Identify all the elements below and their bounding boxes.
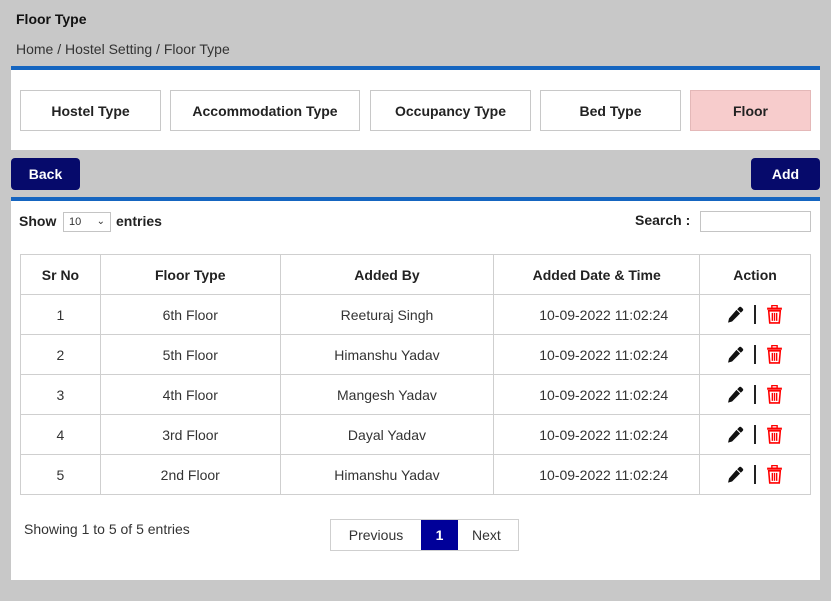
pencil-icon[interactable]: [727, 306, 744, 323]
table-row: 3 4th Floor Mangesh Yadav 10-09-2022 11:02:…: [20, 374, 811, 415]
cell-added-by: Reeturaj Singh: [279, 294, 495, 335]
pencil-icon[interactable]: [727, 426, 744, 443]
cell-added-date-time: 10-09-2022 11:02:24: [493, 374, 701, 415]
cell-floor-type: 3rd Floor: [99, 414, 281, 455]
floor-type-table: Sr No Floor Type Added By Added Date & T…: [20, 254, 811, 495]
tab-hostel-type[interactable]: Hostel Type: [20, 90, 161, 131]
cell-floor-type: 6th Floor: [99, 294, 281, 335]
entries-label: entries: [116, 213, 162, 229]
column-header-action: Action: [699, 254, 811, 295]
cell-added-date-time: 10-09-2022 11:02:24: [493, 294, 701, 335]
column-header-added-by[interactable]: Added By: [279, 254, 495, 295]
cell-sr-no: 1: [20, 294, 101, 335]
pencil-icon[interactable]: [727, 346, 744, 363]
trash-icon[interactable]: [766, 385, 783, 404]
column-header-floor-type[interactable]: Floor Type: [99, 254, 281, 295]
table-header-row: Sr No Floor Type Added By Added Date & T…: [20, 254, 811, 295]
cell-action: [699, 294, 811, 335]
cell-sr-no: 5: [20, 454, 101, 495]
action-separator: [754, 465, 757, 484]
search-input[interactable]: [700, 211, 811, 232]
action-separator: [754, 305, 757, 324]
show-label: Show: [19, 213, 57, 229]
cell-sr-no: 3: [20, 374, 101, 415]
cell-floor-type: 5th Floor: [99, 334, 281, 375]
pagination-next[interactable]: Next: [458, 520, 518, 550]
pencil-icon[interactable]: [727, 466, 744, 483]
add-button[interactable]: Add: [751, 158, 820, 190]
trash-icon[interactable]: [766, 465, 783, 484]
cell-added-by: Mangesh Yadav: [279, 374, 495, 415]
table-row: 5 2nd Floor Himanshu Yadav 10-09-2022 11:02…: [20, 454, 811, 495]
chevron-down-icon: ⌄: [96, 216, 105, 227]
table-row: 4 3rd Floor Dayal Yadav 10-09-2022 11:02:24: [20, 414, 811, 455]
pagination: Previous 1 Next: [330, 519, 519, 551]
pencil-icon[interactable]: [727, 386, 744, 403]
cell-added-date-time: 10-09-2022 11:02:24: [493, 334, 701, 375]
tab-occupancy-type[interactable]: Occupancy Type: [370, 90, 531, 131]
floor-type-list-panel: Show 10 ⌄ entries Search : Sr No Floor T…: [11, 197, 820, 580]
entries-per-page-select[interactable]: 10 ⌄: [63, 212, 111, 232]
cell-added-date-time: 10-09-2022 11:02:24: [493, 454, 701, 495]
trash-icon[interactable]: [766, 305, 783, 324]
pagination-page-current[interactable]: 1: [421, 520, 458, 550]
action-separator: [754, 385, 757, 404]
cell-action: [699, 454, 811, 495]
showing-entries-info: Showing 1 to 5 of 5 entries: [24, 521, 190, 537]
cell-sr-no: 4: [20, 414, 101, 455]
table-row: 1 6th Floor Reeturaj Singh 10-09-2022 11:02…: [20, 294, 811, 335]
entries-value: 10: [69, 216, 82, 228]
action-separator: [754, 425, 757, 444]
cell-action: [699, 334, 811, 375]
cell-action: [699, 374, 811, 415]
settings-tab-bar: Hostel Type Accommodation Type Occupancy…: [11, 66, 820, 150]
cell-added-by: Himanshu Yadav: [279, 454, 495, 495]
cell-added-by: Dayal Yadav: [279, 414, 495, 455]
page-title: Floor Type: [16, 11, 87, 27]
tab-accommodation-type[interactable]: Accommodation Type: [170, 90, 360, 131]
pagination-previous[interactable]: Previous: [331, 520, 421, 550]
tab-bed-type[interactable]: Bed Type: [540, 90, 681, 131]
cell-added-by: Himanshu Yadav: [279, 334, 495, 375]
trash-icon[interactable]: [766, 345, 783, 364]
cell-sr-no: 2: [20, 334, 101, 375]
trash-icon[interactable]: [766, 425, 783, 444]
table-row: 2 5th Floor Himanshu Yadav 10-09-2022 11:02…: [20, 334, 811, 375]
cell-added-date-time: 10-09-2022 11:02:24: [493, 414, 701, 455]
cell-action: [699, 414, 811, 455]
breadcrumb: Home / Hostel Setting / Floor Type: [16, 41, 230, 57]
back-button[interactable]: Back: [11, 158, 80, 190]
action-separator: [754, 345, 757, 364]
cell-floor-type: 2nd Floor: [99, 454, 281, 495]
cell-floor-type: 4th Floor: [99, 374, 281, 415]
column-header-added-date-time[interactable]: Added Date & Time: [493, 254, 701, 295]
tab-floor[interactable]: Floor: [690, 90, 811, 131]
column-header-sr-no[interactable]: Sr No: [20, 254, 101, 295]
search-label: Search :: [635, 212, 691, 228]
